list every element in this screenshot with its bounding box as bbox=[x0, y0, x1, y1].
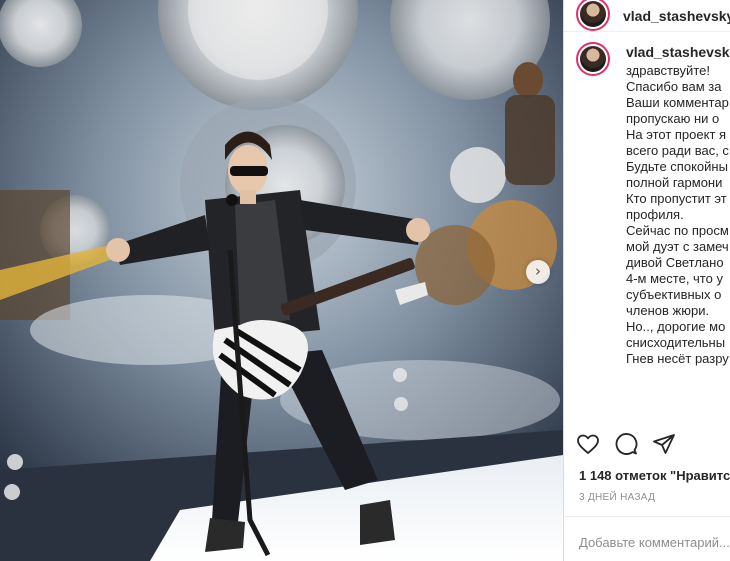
caption-line: субъективных о bbox=[626, 287, 722, 302]
next-photo-button[interactable]: › bbox=[526, 260, 550, 284]
caption-line: Будьте спокойны bbox=[626, 159, 728, 174]
caption-text: здравствуйте! Спасибо вам за Ваши коммен… bbox=[626, 63, 730, 367]
chevron-right-icon: › bbox=[535, 262, 541, 280]
post-photo[interactable]: › bbox=[0, 0, 563, 561]
caption-line: пропускаю ни о bbox=[626, 111, 720, 126]
caption-line: Гнев несёт разру bbox=[626, 351, 729, 366]
caption-line: Кто пропустит эт bbox=[626, 191, 727, 206]
caption-username[interactable]: vlad_stashevsky bbox=[626, 44, 730, 60]
caption-line: профиля. bbox=[626, 207, 684, 222]
caption-line: здравствуйте! bbox=[626, 63, 710, 78]
post-timestamp[interactable]: 3 ДНЕЙ НАЗАД bbox=[579, 492, 655, 503]
caption-line: 4-м месте, что у bbox=[626, 271, 723, 286]
caption: vlad_stashevsky здравствуйте! Спасибо ва… bbox=[564, 32, 730, 367]
avatar-photo bbox=[580, 0, 606, 27]
avatar-photo bbox=[580, 46, 606, 72]
caption-line: Спасибо вам за bbox=[626, 79, 722, 94]
caption-line: мой дуэт с замеч bbox=[626, 239, 729, 254]
caption-line: Ваши комментар bbox=[626, 95, 729, 110]
send-icon[interactable] bbox=[652, 432, 676, 456]
header-username[interactable]: vlad_stashevsky bbox=[623, 8, 730, 24]
caption-line: На этот проект я bbox=[626, 127, 727, 142]
post-actions bbox=[576, 432, 690, 456]
caption-line: всего ради вас, с bbox=[626, 143, 729, 158]
comment-input[interactable] bbox=[579, 535, 730, 550]
caption-line: членов жюри. bbox=[626, 303, 710, 318]
caption-line: полной гармони bbox=[626, 175, 723, 190]
caption-line: снисходительны bbox=[626, 335, 726, 350]
caption-avatar[interactable] bbox=[576, 42, 610, 76]
caption-line: дивой Светлано bbox=[626, 255, 724, 270]
caption-line: Но.., дорогие мо bbox=[626, 319, 726, 334]
avatar[interactable] bbox=[576, 0, 610, 31]
concert-photo-image bbox=[0, 0, 563, 561]
likes-count[interactable]: 1 148 отметок "Нравитс bbox=[579, 468, 730, 483]
heart-icon[interactable] bbox=[576, 432, 600, 456]
comment-icon[interactable] bbox=[614, 432, 638, 456]
caption-body: vlad_stashevsky здравствуйте! Спасибо ва… bbox=[626, 42, 730, 367]
caption-line: Сейчас по просм bbox=[626, 223, 729, 238]
post-sidebar: vlad_stashevsky vlad_stashevsky здравств… bbox=[563, 0, 730, 561]
add-comment-bar bbox=[564, 516, 730, 561]
post-header: vlad_stashevsky bbox=[564, 0, 730, 32]
